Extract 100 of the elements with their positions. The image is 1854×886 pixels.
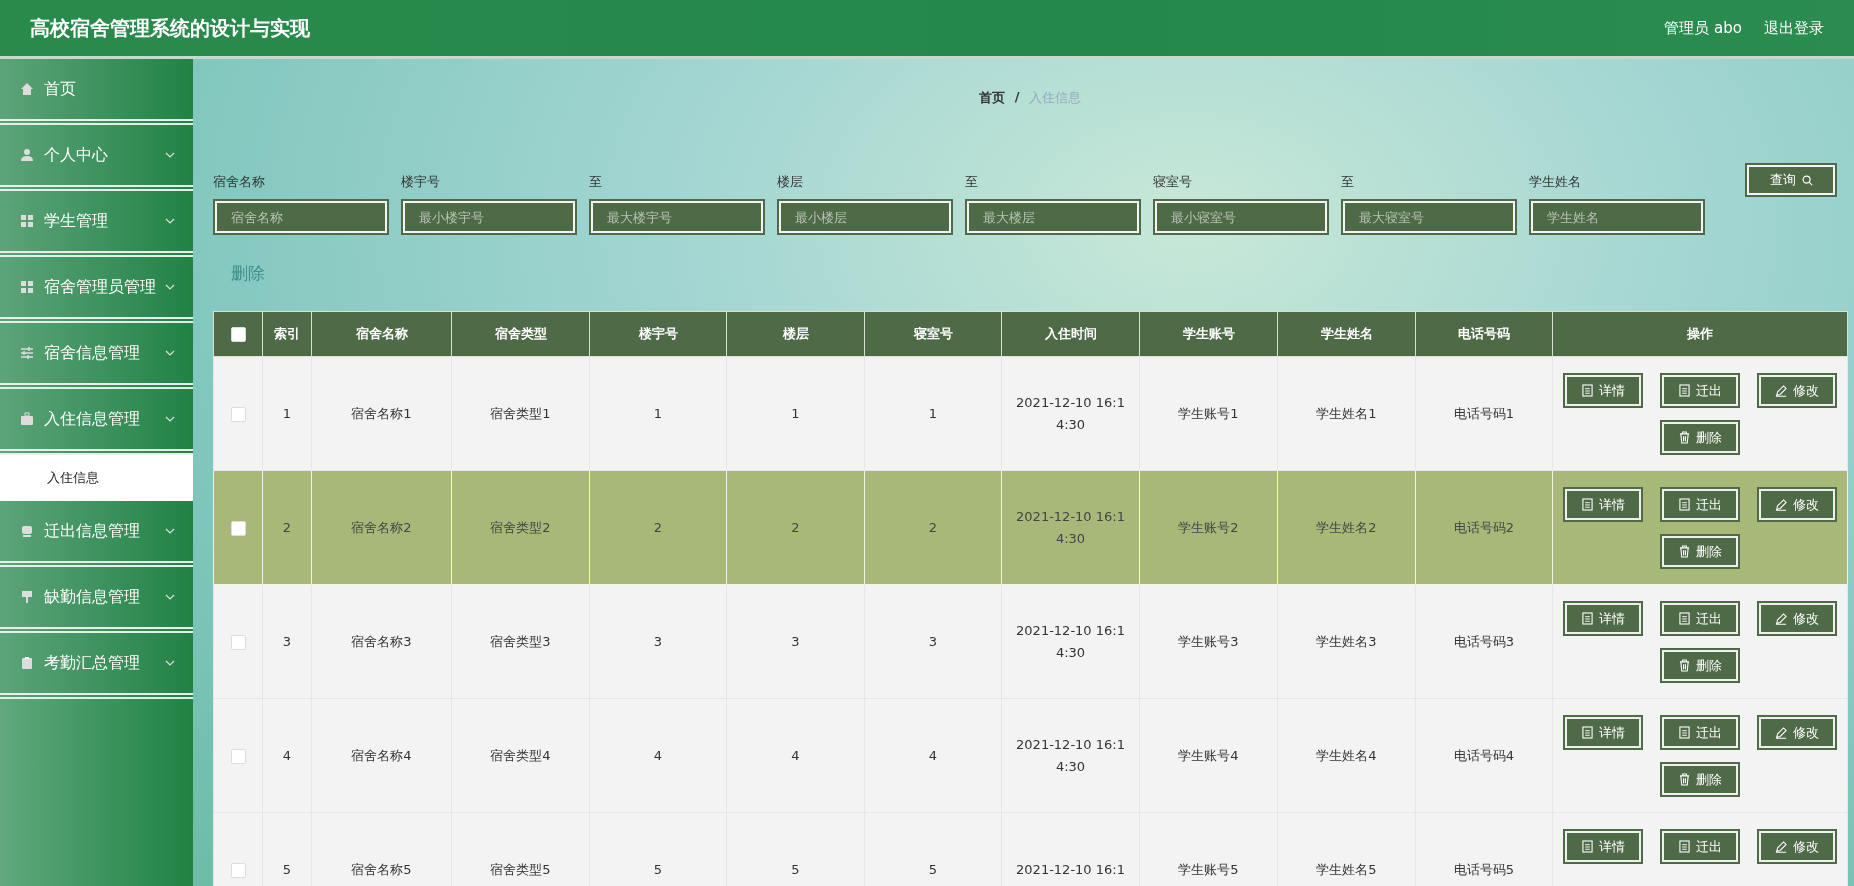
action-button[interactable]: 删除 <box>1660 420 1740 455</box>
breadcrumb-separator: / <box>1014 89 1020 106</box>
sidebar-item[interactable]: 宿舍信息管理 <box>0 323 193 389</box>
filter-field[interactable]: 最大寝室号 <box>1341 199 1517 235</box>
action-button[interactable]: 修改 <box>1757 601 1837 636</box>
user-icon <box>20 148 34 162</box>
chevron-down-icon <box>165 284 175 290</box>
column-header: 楼层 <box>726 311 865 357</box>
table-cell: 2021-12-10 16:1 4:30 <box>1001 356 1140 471</box>
sidebar-item[interactable]: 学生管理 <box>0 191 193 257</box>
sidebar-item[interactable]: 宿舍管理员管理 <box>0 257 193 323</box>
row-checkbox[interactable] <box>230 520 246 536</box>
table-cell: 4 <box>589 698 727 813</box>
action-button[interactable]: 详情 <box>1563 373 1643 408</box>
column-header: 楼宇号 <box>589 311 727 357</box>
table-cell: 学生账号3 <box>1139 584 1278 699</box>
table-cell: 1 <box>726 356 865 471</box>
table-cell: 3 <box>589 584 727 699</box>
document-icon <box>1581 384 1593 397</box>
document-icon <box>1581 498 1593 511</box>
table-row[interactable]: 3 宿舍名称3 宿舍类型3 3 3 3 2021-12-10 16:1 4:30 学生账号3 学生姓名3 电话号码3 详情 迁出 修改 删除 <box>213 584 1848 699</box>
sidebar-item[interactable]: 缺勤信息管理 <box>0 567 193 633</box>
action-button[interactable]: 修改 <box>1757 373 1837 408</box>
logout-link[interactable]: 退出登录 <box>1764 18 1824 38</box>
action-button[interactable]: 删除 <box>1660 762 1740 797</box>
sidebar-item[interactable]: 入住信息管理 <box>0 389 193 455</box>
row-checkbox[interactable] <box>230 748 246 764</box>
table-cell: 宿舍名称4 <box>311 698 452 813</box>
action-button[interactable]: 迁出 <box>1660 373 1740 408</box>
table-row[interactable]: 5 宿舍名称5 宿舍类型5 5 5 5 2021-12-10 16:1 学生账号5 学生姓名5 电话号码5 详情 迁出 修改 <box>213 812 1848 886</box>
table-row[interactable]: 2 宿舍名称2 宿舍类型2 2 2 2 2021-12-10 16:1 4:30 学生账号2 学生姓名2 电话号码2 详情 迁出 修改 删除 <box>213 470 1848 585</box>
filter-label: 至 <box>965 173 979 191</box>
pencil-icon <box>1775 498 1787 511</box>
action-button[interactable]: 迁出 <box>1660 487 1740 522</box>
action-button[interactable]: 修改 <box>1757 715 1837 750</box>
action-button[interactable]: 修改 <box>1757 487 1837 522</box>
document-icon <box>1678 384 1690 397</box>
action-button[interactable]: 修改 <box>1757 829 1837 864</box>
table-cell: 5 <box>864 812 1002 886</box>
filter-field[interactable]: 宿舍名称 <box>213 199 389 235</box>
action-button[interactable]: 删除 <box>1660 534 1740 569</box>
drive-icon <box>20 524 34 538</box>
pin-icon <box>20 590 34 604</box>
filter-field[interactable]: 学生姓名 <box>1529 199 1705 235</box>
row-checkbox[interactable] <box>230 634 246 650</box>
action-button[interactable]: 迁出 <box>1660 829 1740 864</box>
grid-icon <box>20 280 34 294</box>
filter-field[interactable]: 最小楼层 <box>777 199 953 235</box>
chevron-down-icon <box>165 218 175 224</box>
search-button[interactable]: 查询 <box>1745 163 1837 197</box>
filter-label: 楼层 <box>777 173 804 191</box>
table-cell: 2021-12-10 16:1 4:30 <box>1001 584 1140 699</box>
action-button[interactable]: 迁出 <box>1660 601 1740 636</box>
table-cell: 2021-12-10 16:1 4:30 <box>1001 470 1140 585</box>
column-header: 电话号码 <box>1415 311 1553 357</box>
table-cell: 4 <box>864 698 1002 813</box>
column-header: 寝室号 <box>864 311 1002 357</box>
select-all-checkbox[interactable] <box>230 327 246 342</box>
column-header: 学生姓名 <box>1277 311 1416 357</box>
filter-label: 寝室号 <box>1153 173 1193 191</box>
action-button[interactable]: 详情 <box>1563 487 1643 522</box>
filter-field[interactable]: 最小寝室号 <box>1153 199 1329 235</box>
table-row[interactable]: 1 宿舍名称1 宿舍类型1 1 1 1 2021-12-10 16:1 4:30 学生账号1 学生姓名1 电话号码1 详情 迁出 修改 删除 <box>213 356 1848 471</box>
submenu-item[interactable]: 入住信息 <box>0 455 193 501</box>
row-checkbox[interactable] <box>230 406 246 422</box>
table-cell: 电话号码5 <box>1415 812 1553 886</box>
table-cell: 学生账号5 <box>1139 812 1278 886</box>
filter-field[interactable]: 最小楼宇号 <box>401 199 577 235</box>
sidebar-item[interactable]: 首页 <box>0 59 193 125</box>
action-button[interactable]: 迁出 <box>1660 715 1740 750</box>
breadcrumb-item[interactable]: 首页 <box>978 89 1005 131</box>
column-header: 宿舍类型 <box>451 311 590 357</box>
sidebar-item[interactable]: 个人中心 <box>0 125 193 191</box>
sidebar-item[interactable]: 迁出信息管理 <box>0 501 193 567</box>
filter-field[interactable]: 最大楼层 <box>965 199 1141 235</box>
table-cell: 2 <box>726 470 865 585</box>
pencil-icon <box>1775 726 1787 739</box>
filter-field[interactable]: 最大楼宇号 <box>589 199 765 235</box>
action-button[interactable]: 详情 <box>1563 601 1643 636</box>
row-checkbox[interactable] <box>230 862 246 878</box>
column-header: 学生账号 <box>1139 311 1278 357</box>
table-cell: 2 <box>589 470 727 585</box>
table-cell: 2 <box>262 470 312 585</box>
filter-label: 至 <box>589 173 603 191</box>
table-cell: 电话号码2 <box>1415 470 1553 585</box>
table-cell: 5 <box>589 812 727 886</box>
table-cell: 宿舍类型2 <box>451 470 590 585</box>
table-row[interactable]: 4 宿舍名称4 宿舍类型4 4 4 4 2021-12-10 16:1 4:30 学生账号4 学生姓名4 电话号码4 详情 迁出 修改 删除 <box>213 698 1848 813</box>
chevron-down-icon <box>165 660 175 666</box>
table-cell: 学生姓名2 <box>1277 470 1416 585</box>
sidebar-item[interactable]: 考勤汇总管理 <box>0 633 193 699</box>
action-button[interactable]: 详情 <box>1563 829 1643 864</box>
action-button[interactable]: 删除 <box>1660 648 1740 683</box>
document-icon <box>1678 498 1690 511</box>
document-icon <box>1581 726 1593 739</box>
table-cell: 学生姓名1 <box>1277 356 1416 471</box>
table-cell: 宿舍名称1 <box>311 356 452 471</box>
chevron-down-icon <box>165 594 175 600</box>
action-button[interactable]: 详情 <box>1563 715 1643 750</box>
sliders-icon <box>20 346 34 360</box>
